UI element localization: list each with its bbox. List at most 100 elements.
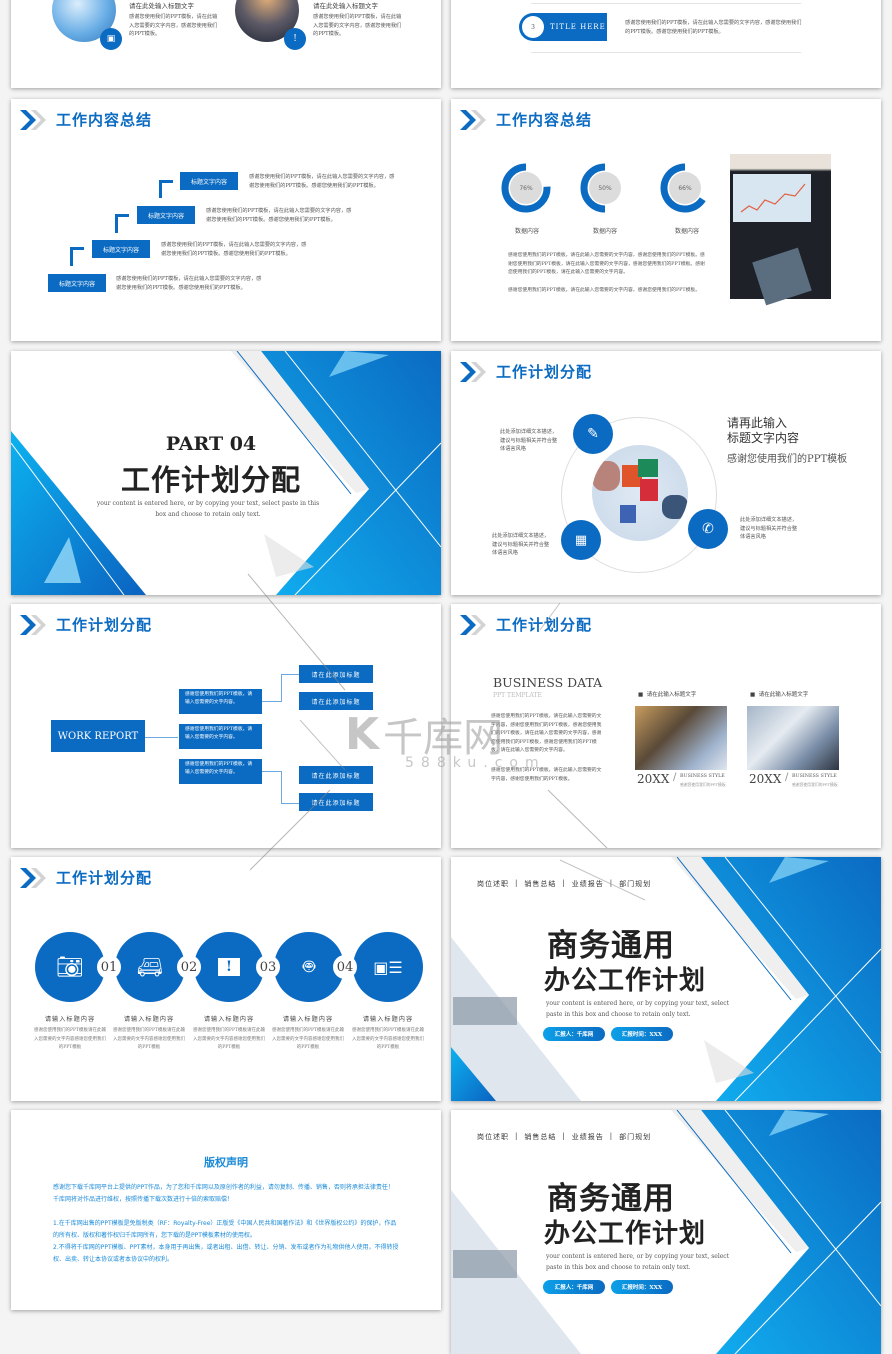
copyright-paragraph: 感谢您下载千库网平台上提供的PPT作品，为了您和千库网以及原创作者的利益，请勿复… (53, 1184, 394, 1203)
feature-item-1: 请在此处输入标题文字 感谢您使用我们的PPT模板，请在此输入您需要的文字内容，感… (129, 0, 219, 39)
step-number: 03 (256, 955, 280, 979)
section-title: BUSINESS DATA (493, 675, 603, 690)
slide-work-summary-steps[interactable]: 工作内容总结 标题文字内容 感谢您使用我们的PPT模板，请在此输入您需要的文字内… (11, 99, 441, 341)
cover-title-line2: 办公工作计划 (544, 1219, 707, 1249)
step-body: 感谢您使用我们的PPT模板请在此输入您需要的文字内容感谢您使用我们的PPT模板 (351, 1028, 425, 1050)
step-body: 感谢您使用我们的PPT模板请在此输入您需要的文字内容感谢您使用我们的PPT模板 (271, 1028, 345, 1050)
reporter-badge: 汇报人：千库网 (543, 1280, 605, 1294)
business-desk-photo (635, 706, 727, 770)
cover-nav: 岗位述职 | 销售总结 | 业绩报告 | 部门规划 (477, 879, 651, 889)
camera-add-icon: 📷︎ (35, 932, 105, 1002)
nav-item: 业绩报告 (571, 880, 604, 888)
document-edit-icon: ✎ (573, 414, 613, 454)
copyright-paragraph: 2.不得将千库网的PPT模板、PPT素材，本身用于再出售，或者出租、出借、转让、… (53, 1244, 399, 1263)
divider (531, 3, 801, 4)
nav-item: 岗位述职 (477, 1133, 509, 1141)
connector (262, 701, 281, 702)
node-text: 此处添加详细文本描述，建议与标题相关并符合整体语言风格 (740, 517, 798, 540)
slide-titles-cropped[interactable]: 3 TITLE HERE 感谢您使用我们的PPT模板，请在此输入您需要的文字内容… (451, 0, 881, 88)
step-label: 标题文字内容 (137, 206, 195, 224)
calendar-icon: ▦ (561, 520, 601, 560)
nav-separator: | (515, 879, 519, 887)
leaf-node: 请在此添加标题 (299, 766, 373, 784)
reporter-badge: 汇报人：千库网 (543, 1027, 605, 1041)
slide-plan-steps[interactable]: 工作计划分配 📷︎ 🚐︎ ! 🤖︎ ▣☰ 01 02 03 04 请输入标题内容… (11, 857, 441, 1101)
step-number: 04 (333, 955, 357, 979)
part-subtitle: your content is entered here, or by copy… (96, 500, 320, 518)
side-title-line1: 请再此输入 (727, 416, 788, 430)
leaf-node: 请在此添加标题 (299, 793, 373, 811)
slide-cover-duplicate[interactable]: 岗位述职 | 销售总结 | 业绩报告 | 部门规划 商务通用 办公工作计划 your … (451, 1110, 881, 1354)
step-body: 感谢您使用我们的PPT模板，请在此输入您需要的文字内容，感谢您使用我们的PPT模… (206, 208, 352, 223)
card-style: BUSINESS STYLE (680, 774, 725, 779)
nav-item: 业绩报告 (571, 1133, 604, 1141)
slide-copyright[interactable]: 版权声明 感谢您下载千库网平台上提供的PPT作品，为了您和千库网以及原创作者的利… (11, 1110, 441, 1310)
slash-divider: / (673, 772, 677, 783)
nav-item: 销售总结 (524, 880, 557, 888)
copyright-title: 版权声明 (204, 1156, 248, 1169)
side-body: 感谢您使用我们的PPT模板 (727, 454, 848, 465)
slide-header: 工作计划分配 (460, 361, 592, 382)
section-subtitle: PPT TEMPLATE (493, 692, 542, 699)
divider (531, 52, 801, 53)
step-title: 请输入标题内容 (203, 1016, 255, 1023)
alert-message-icon: ! (194, 932, 264, 1002)
double-chevron-icon (20, 868, 50, 888)
connector (262, 771, 281, 772)
connector (281, 803, 299, 804)
step-label: 标题文字内容 (48, 274, 106, 292)
summary-paragraph: 感谢您使用我们的PPT模板，请在此输入您需要的文字内容，感谢您使用我们的PPT模… (508, 253, 705, 275)
part-title: 工作计划分配 (120, 463, 301, 497)
nav-item: 岗位述职 (477, 880, 509, 888)
screen-chart (733, 174, 811, 222)
nav-separator: | (609, 1132, 614, 1140)
slash-divider: / (785, 772, 789, 783)
donut-value: 76% (519, 185, 533, 192)
nav-separator: | (562, 879, 566, 887)
step-title: 请输入标题内容 (362, 1016, 414, 1023)
slide-header: 工作内容总结 (20, 109, 152, 130)
leaf-node: 请在此添加标题 (299, 692, 373, 710)
slide-features-cropped[interactable]: ▣ 请在此处输入标题文字 感谢您使用我们的PPT模板，请在此输入您需要的文字内容… (11, 0, 441, 88)
slide-work-summary-data[interactable]: 工作内容总结 76% 50% 66% 数据内容 数据内容 数据内容 感谢您使用我们的… (451, 99, 881, 341)
slide-heading: 工作计划分配 (496, 616, 593, 634)
slide-heading: 工作内容总结 (56, 111, 153, 129)
part-number: PART 04 (165, 433, 257, 455)
feature-body: 感谢您使用我们的PPT模板，请在此输入您需要的文字内容，感谢您使用我们的PPT模… (129, 14, 218, 37)
step-title: 请输入标题内容 (44, 1016, 96, 1023)
presentation-icon: ▣ (100, 28, 122, 50)
donut-label: 数据内容 (592, 228, 617, 235)
cover-title-line2: 办公工作计划 (544, 966, 707, 996)
summary-paragraph: 感谢您使用我们的PPT模板，请在此输入您需要的文字内容，感谢您使用我们的PPT模… (508, 288, 701, 293)
time-badge: 汇报时间：XXX (611, 1027, 673, 1041)
slide-header: 工作计划分配 (460, 614, 592, 635)
card-label: ■ 请在此输入标题文字 (638, 692, 697, 698)
double-chevron-icon (460, 362, 490, 382)
item-number: 3 (522, 16, 544, 38)
slide-heading: 工作计划分配 (56, 616, 153, 634)
slide-header: 工作计划分配 (20, 867, 152, 888)
donut-value: 66% (678, 185, 692, 192)
nav-separator: | (562, 1132, 566, 1140)
title-pill: 3 TITLE HERE (519, 13, 607, 41)
slide-cover[interactable]: 岗位述职 | 销售总结 | 业绩报告 | 部门规划 商务通用 办公工作计划 your … (451, 857, 881, 1101)
step-body: 感谢您使用我们的PPT模板请在此输入您需要的文字内容感谢您使用我们的PPT模板 (33, 1028, 107, 1050)
copyright-body: 感谢您下载千库网平台上提供的PPT作品，为了您和千库网以及原创作者的利益，请勿复… (53, 1182, 399, 1266)
cover-title-line1: 商务通用 (547, 928, 675, 964)
arrow-up-right-icon (115, 214, 129, 233)
cover-nav: 岗位述职 | 销售总结 | 业绩报告 | 部门规划 (477, 1132, 651, 1142)
step-title: 请输入标题内容 (123, 1016, 175, 1023)
laptop-chart-photo (730, 154, 831, 306)
item-title: TITLE HERE (550, 23, 606, 31)
step-label: 标题文字内容 (180, 172, 238, 190)
slide-header: 工作计划分配 (20, 614, 152, 635)
slide-plan-circle[interactable]: 工作计划分配 ✎ ▦ ✆ 此处添加详细文本描述，建议与标题相关并符合整体语言风格… (451, 351, 881, 595)
slide-plan-tree[interactable]: 工作计划分配 WORK REPORT 感谢您使用我们的PPT模板，请输入您需要的… (11, 604, 441, 848)
slide-business-data[interactable]: 工作计划分配 BUSINESS DATA PPT TEMPLATE 感谢您使用我… (451, 604, 881, 848)
slide-part-04[interactable]: PART 04 工作计划分配 your content is entered h… (11, 351, 441, 595)
card-year: 20XX (749, 772, 782, 786)
nav-item: 销售总结 (524, 1133, 557, 1141)
feature-title: 请在此处输入标题文字 (129, 2, 194, 10)
mid-node: 感谢您使用我们的PPT模板，请输入您需要的文字内容。 (179, 724, 262, 749)
connector (145, 737, 178, 738)
